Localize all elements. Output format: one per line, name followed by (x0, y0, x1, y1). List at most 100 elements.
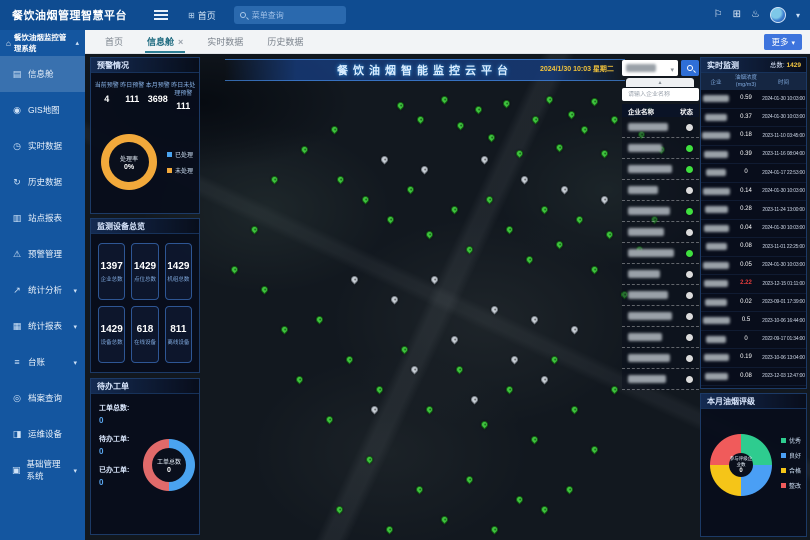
map-marker-online-icon[interactable] (565, 485, 575, 495)
sidebar-item-信息舱[interactable]: ▤信息舱 (0, 56, 85, 92)
enterprise-row[interactable] (622, 285, 699, 306)
map-marker-online-icon[interactable] (525, 255, 535, 265)
enterprise-row[interactable] (622, 243, 699, 264)
map-marker-online-icon[interactable] (260, 285, 270, 295)
map-marker-online-icon[interactable] (400, 345, 410, 355)
realtime-row[interactable]: 0.372024-01-30 10:03:00 (701, 109, 806, 128)
enterprise-row[interactable] (622, 159, 699, 180)
map-marker-online-icon[interactable] (540, 205, 550, 215)
realtime-row[interactable]: 0.392023-11-16 08:04:00 (701, 146, 806, 165)
map-marker-online-icon[interactable] (540, 505, 550, 515)
map-marker-offline-icon[interactable] (560, 185, 570, 195)
map-marker-online-icon[interactable] (590, 445, 600, 455)
map-marker-online-icon[interactable] (570, 405, 580, 415)
map-marker-online-icon[interactable] (336, 175, 346, 185)
realtime-row[interactable]: 0.052024-01-30 10:03:00 (701, 257, 806, 276)
map-marker-online-icon[interactable] (567, 110, 577, 120)
enterprise-search-input[interactable] (626, 91, 695, 99)
enterprise-row[interactable] (622, 369, 699, 390)
map-marker-online-icon[interactable] (440, 515, 450, 525)
map-marker-online-icon[interactable] (270, 175, 280, 185)
realtime-row[interactable]: 2.222023-12-15 01:11:00 (701, 275, 806, 294)
map-marker-online-icon[interactable] (416, 115, 426, 125)
map-marker-online-icon[interactable] (325, 415, 335, 425)
close-icon[interactable] (178, 37, 183, 47)
realtime-row[interactable]: 0.022023-09-01 17:39:00 (701, 294, 806, 313)
map-marker-offline-icon[interactable] (410, 365, 420, 375)
map-marker-online-icon[interactable] (250, 225, 260, 235)
map-marker-offline-icon[interactable] (570, 325, 580, 335)
enterprise-row[interactable] (622, 117, 699, 138)
realtime-row[interactable]: 0.192023-10-06 13:04:00 (701, 349, 806, 368)
enterprise-row[interactable] (622, 327, 699, 348)
enterprise-row[interactable] (622, 222, 699, 243)
map-marker-offline-icon[interactable] (390, 295, 400, 305)
map-marker-offline-icon[interactable] (470, 395, 480, 405)
realtime-row[interactable]: 0.182023-11-10 03:45:00 (701, 127, 806, 146)
map-marker-online-icon[interactable] (555, 240, 565, 250)
map-marker-online-icon[interactable] (515, 495, 525, 505)
map-marker-online-icon[interactable] (300, 145, 310, 155)
map-marker-offline-icon[interactable] (420, 165, 430, 175)
sidebar-item-档案查询[interactable]: ◎档案查询 (0, 380, 85, 416)
map-marker-offline-icon[interactable] (380, 155, 390, 165)
map-marker-online-icon[interactable] (330, 125, 340, 135)
map-marker-online-icon[interactable] (505, 225, 515, 235)
hamburger-menu-icon[interactable] (154, 10, 168, 20)
sidebar-item-站点报表[interactable]: ▥站点报表 (0, 200, 85, 236)
map-marker-online-icon[interactable] (550, 355, 560, 365)
map-marker-online-icon[interactable] (610, 115, 620, 125)
map-marker-online-icon[interactable] (335, 505, 345, 515)
map-marker-online-icon[interactable] (474, 105, 484, 115)
realtime-row[interactable]: 02024-01-17 22:53:00 (701, 164, 806, 183)
enterprise-row[interactable] (622, 306, 699, 327)
tab-实时数据[interactable]: 实时数据 (197, 30, 253, 53)
map-marker-online-icon[interactable] (425, 230, 435, 240)
sidebar-item-GIS地图[interactable]: ◉GIS地图 (0, 92, 85, 128)
map-marker-online-icon[interactable] (440, 95, 450, 105)
map-marker-online-icon[interactable] (600, 149, 610, 159)
sidebar-item-历史数据[interactable]: ↻历史数据 (0, 164, 85, 200)
more-button[interactable]: 更多 (764, 34, 802, 50)
bell-icon[interactable]: ⚐ (714, 10, 723, 20)
map-marker-online-icon[interactable] (396, 101, 406, 111)
sidebar-item-运维设备[interactable]: ◨运维设备 (0, 416, 85, 452)
map-marker-online-icon[interactable] (490, 525, 500, 535)
map-marker-online-icon[interactable] (505, 385, 515, 395)
map-marker-online-icon[interactable] (480, 420, 490, 430)
map-marker-offline-icon[interactable] (450, 335, 460, 345)
map-marker-offline-icon[interactable] (600, 195, 610, 205)
sidebar-item-实时数据[interactable]: ◷实时数据 (0, 128, 85, 164)
realtime-row[interactable]: 0.282023-11-24 13:00:00 (701, 201, 806, 220)
map-marker-offline-icon[interactable] (480, 155, 490, 165)
apps-icon[interactable]: ⊞ (733, 10, 741, 20)
map-marker-offline-icon[interactable] (520, 175, 530, 185)
sidebar-item-台账[interactable]: ≡台账 (0, 344, 85, 380)
map-marker-offline-icon[interactable] (510, 355, 520, 365)
map-marker-online-icon[interactable] (545, 95, 555, 105)
map-marker-offline-icon[interactable] (370, 405, 380, 415)
realtime-row[interactable]: 0.142024-01-30 10:03:00 (701, 183, 806, 202)
flame-icon[interactable]: ♨ (751, 10, 760, 20)
sidebar-item-统计分析[interactable]: ↗统计分析 (0, 272, 85, 308)
map-marker-offline-icon[interactable] (350, 275, 360, 285)
realtime-row[interactable]: 0.082023-12-03 12:47:00 (701, 368, 806, 387)
map-marker-online-icon[interactable] (415, 485, 425, 495)
map-marker-online-icon[interactable] (365, 455, 375, 465)
map-search-button[interactable] (681, 60, 699, 76)
map-marker-online-icon[interactable] (406, 185, 416, 195)
enterprise-select[interactable] (622, 60, 678, 76)
map-marker-online-icon[interactable] (590, 265, 600, 275)
map-marker-online-icon[interactable] (386, 215, 396, 225)
realtime-row[interactable]: 0.082023-11-01 22:25:00 (701, 238, 806, 257)
map-marker-online-icon[interactable] (580, 125, 590, 135)
map-marker-online-icon[interactable] (465, 245, 475, 255)
map-marker-online-icon[interactable] (375, 385, 385, 395)
map-marker-online-icon[interactable] (425, 405, 435, 415)
map-marker-online-icon[interactable] (502, 99, 512, 109)
sidebar-item-基础管理系统[interactable]: ▣基础管理系统 (0, 452, 85, 488)
map-marker-online-icon[interactable] (485, 195, 495, 205)
map-marker-online-icon[interactable] (456, 121, 466, 131)
map-marker-online-icon[interactable] (315, 315, 325, 325)
map-marker-online-icon[interactable] (590, 97, 600, 107)
